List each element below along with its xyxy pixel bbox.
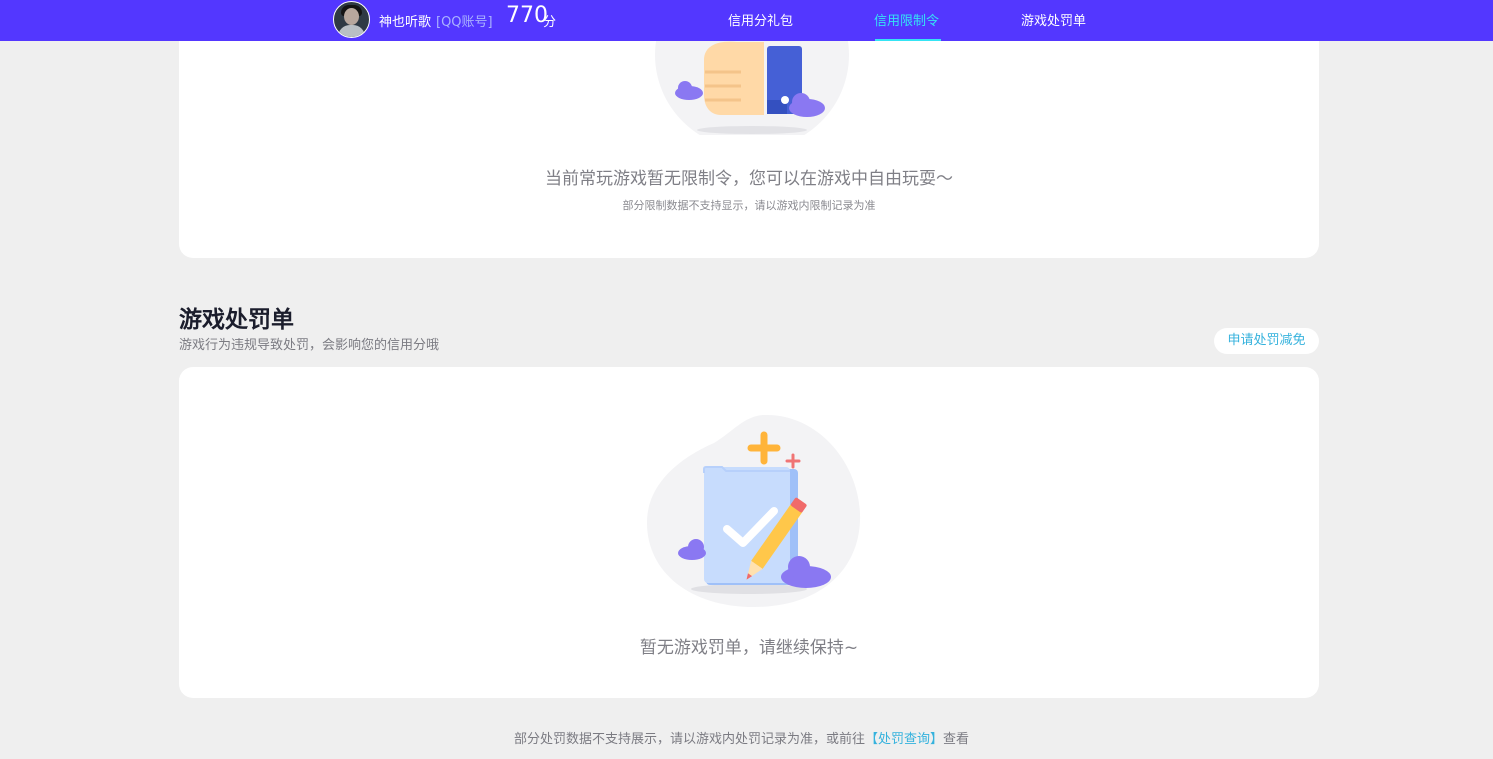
footer-note: 部分处罚数据不支持展示，请以游戏内处罚记录为准，或前往【处罚查询】查看: [514, 728, 969, 747]
credit-score: 770: [506, 3, 548, 28]
active-tab-indicator: [875, 39, 941, 41]
apply-penalty-reduction-button[interactable]: 申请处罚减免: [1214, 328, 1319, 354]
top-nav-bar: 神也听歌 [QQ账号] 770 分 信用分礼包 信用限制令 游戏处罚单: [0, 0, 1493, 41]
credit-score-unit: 分: [543, 15, 557, 30]
restriction-empty-message: 当前常玩游戏暂无限制令，您可以在游戏中自由玩耍～: [545, 169, 953, 189]
nav-tab-credit-gift[interactable]: 信用分礼包: [728, 10, 793, 29]
checklist-pencil-illustration: [646, 414, 861, 607]
penalty-card: 暂无游戏罚单，请继续保持~: [179, 367, 1319, 698]
nav-tab-credit-restriction[interactable]: 信用限制令: [874, 10, 939, 29]
account-type-tag: [QQ账号]: [436, 15, 493, 30]
user-avatar[interactable]: [333, 1, 370, 38]
nav-tab-game-penalty[interactable]: 游戏处罚单: [1021, 10, 1086, 29]
footer-text-end: 查看: [943, 732, 970, 747]
footer-text: 部分处罚数据不支持展示，请以游戏内处罚记录为准，或前往: [514, 732, 866, 747]
penalty-query-link[interactable]: 【处罚查询】: [865, 732, 943, 747]
section-description: 游戏行为违规导致处罚，会影响您的信用分哦: [179, 338, 440, 353]
username: 神也听歌: [379, 15, 432, 30]
penalty-empty-message: 暂无游戏罚单，请继续保持~: [639, 638, 859, 658]
restriction-data-note: 部分限制数据不支持显示，请以游戏内限制记录为准: [622, 199, 876, 212]
section-title: 游戏处罚单: [179, 307, 294, 333]
